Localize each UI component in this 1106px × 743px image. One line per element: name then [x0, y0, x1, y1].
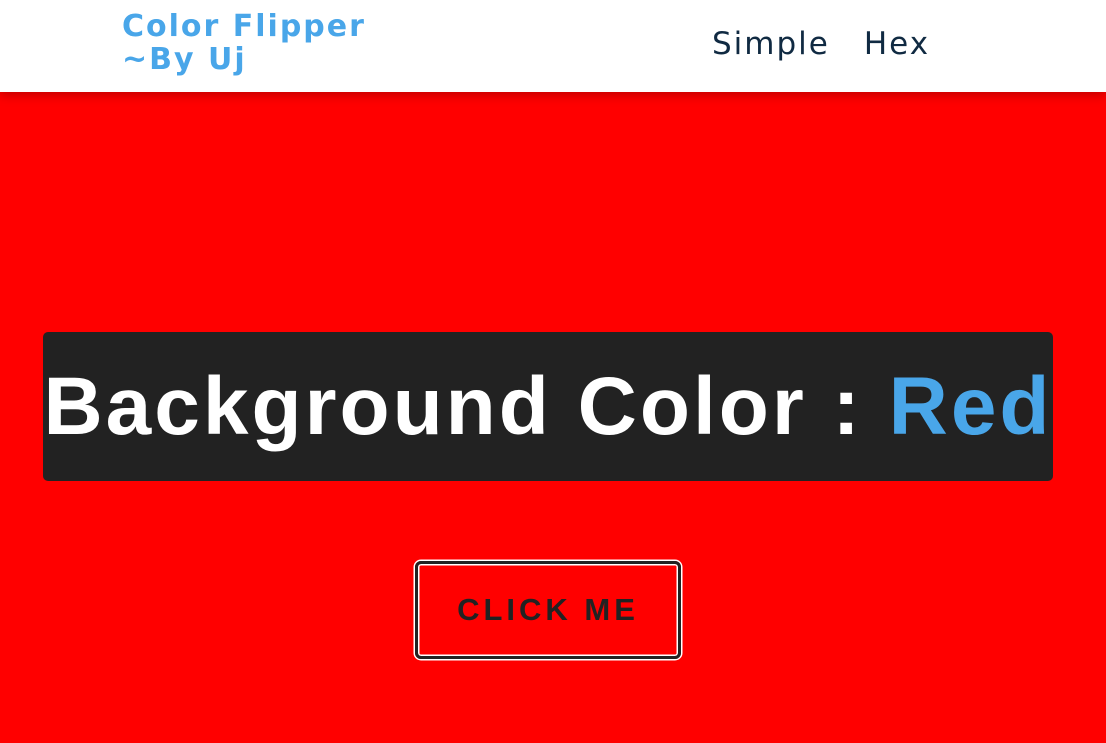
- heading-prefix: Background Color :: [43, 360, 889, 452]
- navbar: Color Flipper ~By Uj Simple Hex: [0, 0, 1106, 92]
- nav-link-hex[interactable]: Hex: [864, 26, 930, 62]
- color-value: Red: [888, 360, 1053, 452]
- brand-logo[interactable]: Color Flipper ~By Uj: [122, 10, 366, 76]
- brand-title: Color Flipper: [122, 9, 366, 44]
- main-content: Background Color : Red CLICK ME: [0, 92, 1106, 743]
- background-color-heading: Background Color : Red: [43, 360, 1052, 454]
- click-me-button[interactable]: CLICK ME: [415, 561, 681, 659]
- color-display-panel: Background Color : Red: [43, 332, 1053, 481]
- nav-links: Simple Hex: [712, 26, 930, 62]
- brand-author: ~By Uj: [122, 42, 247, 77]
- nav-link-simple[interactable]: Simple: [712, 26, 830, 62]
